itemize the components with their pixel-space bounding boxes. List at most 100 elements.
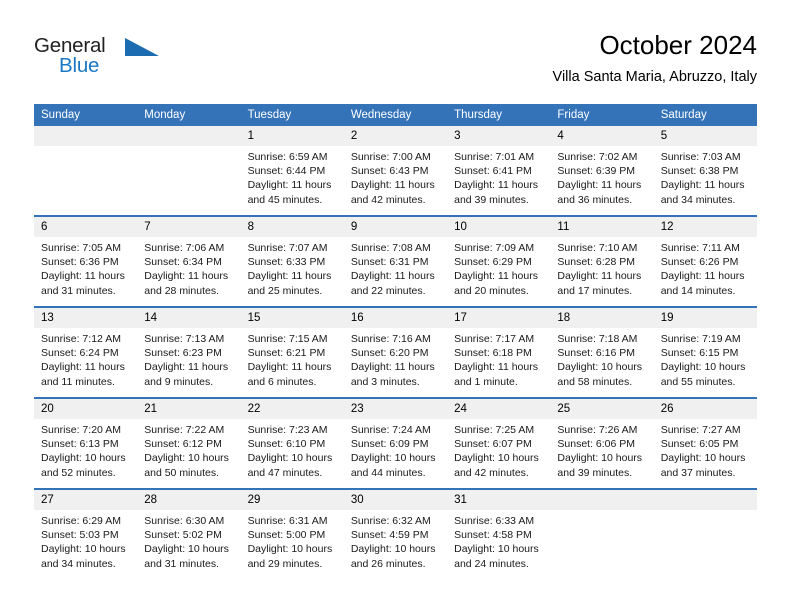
daylight-text-line1: Daylight: 10 hours — [144, 543, 229, 556]
daylight-text-line1: Daylight: 11 hours — [454, 179, 538, 192]
sunrise-text: Sunrise: 7:08 AM — [350, 242, 431, 254]
day-number — [34, 126, 138, 146]
calendar-day-cell[interactable]: 11 Sunrise: 7:10 AM Sunset: 6:28 PM Dayligh… — [550, 215, 654, 307]
calendar-day-cell[interactable]: 29 Sunrise: 6:31 AM Sunset: 5:00 PM Dayligh… — [240, 488, 344, 579]
day-details: Sunrise: 7:22 AM Sunset: 6:12 PM Daylight:… — [137, 419, 240, 480]
day-details: Sunrise: 7:17 AM Sunset: 6:18 PM Daylight:… — [447, 328, 550, 389]
sunrise-text: Sunrise: 7:07 AM — [247, 242, 328, 254]
weekday-header-saturday: Saturday — [653, 104, 757, 126]
calendar-week-row: 6 Sunrise: 7:05 AM Sunset: 6:36 PM Daylight… — [34, 215, 757, 307]
daylight-text-line1: Daylight: 11 hours — [660, 270, 745, 283]
calendar-day-cell[interactable]: 22 Sunrise: 7:23 AM Sunset: 6:10 PM Dayligh… — [240, 397, 344, 489]
calendar-day-cell[interactable]: 6 Sunrise: 7:05 AM Sunset: 6:36 PM Daylight… — [34, 215, 138, 307]
sunrise-text: Sunrise: 7:05 AM — [41, 242, 121, 254]
calendar-day-cell[interactable]: 31 Sunrise: 6:33 AM Sunset: 4:58 PM Dayligh… — [447, 488, 551, 579]
day-details: Sunrise: 7:25 AM Sunset: 6:07 PM Daylight:… — [447, 419, 550, 480]
sunset-text: Sunset: 6:05 PM — [660, 438, 739, 451]
daylight-text-line1: Daylight: 11 hours — [144, 361, 229, 374]
day-details: Sunrise: 6:31 AM Sunset: 5:00 PM Daylight:… — [241, 510, 344, 571]
calendar-day-cell[interactable]: 23 Sunrise: 7:24 AM Sunset: 6:09 PM Dayligh… — [343, 397, 448, 489]
calendar-day-cell[interactable]: 3 Sunrise: 7:01 AM Sunset: 6:41 PM Daylight… — [447, 126, 551, 216]
weekday-header-thursday: Thursday — [447, 104, 551, 126]
day-number: 4 — [550, 126, 654, 146]
sunrise-text: Sunrise: 6:29 AM — [41, 515, 121, 527]
daylight-text-line1: Daylight: 10 hours — [557, 452, 643, 465]
calendar-day-cell[interactable]: 12 Sunrise: 7:11 AM Sunset: 6:26 PM Dayligh… — [653, 215, 757, 307]
calendar-week-row: 1 Sunrise: 6:59 AM Sunset: 6:44 PM Daylight… — [34, 126, 757, 216]
day-number: 12 — [653, 217, 757, 237]
calendar-day-cell-empty — [653, 488, 757, 579]
weekday-header-monday: Monday — [137, 104, 241, 126]
daylight-text-line2: and 39 minutes. — [557, 466, 633, 479]
calendar-day-cell[interactable]: 16 Sunrise: 7:16 AM Sunset: 6:20 PM Dayligh… — [343, 306, 448, 398]
page-title: October 2024 — [599, 30, 757, 60]
calendar-day-cell[interactable]: 27 Sunrise: 6:29 AM Sunset: 5:03 PM Dayligh… — [34, 488, 138, 579]
daylight-text-line1: Daylight: 10 hours — [557, 361, 643, 374]
calendar-day-cell[interactable]: 5 Sunrise: 7:03 AM Sunset: 6:38 PM Daylight… — [653, 126, 757, 216]
calendar-day-cell[interactable]: 25 Sunrise: 7:26 AM Sunset: 6:06 PM Dayligh… — [550, 397, 654, 489]
calendar-day-cell[interactable]: 10 Sunrise: 7:09 AM Sunset: 6:29 PM Dayligh… — [447, 215, 551, 307]
calendar-day-cell[interactable]: 17 Sunrise: 7:17 AM Sunset: 6:18 PM Dayligh… — [447, 306, 551, 398]
sunrise-text: Sunrise: 6:31 AM — [247, 515, 328, 527]
daylight-text-line2: and 50 minutes. — [144, 466, 219, 479]
calendar-day-cell[interactable]: 28 Sunrise: 6:30 AM Sunset: 5:02 PM Dayligh… — [137, 488, 241, 579]
day-number — [653, 490, 757, 510]
daylight-text-line2: and 22 minutes. — [350, 284, 426, 297]
sunset-text: Sunset: 6:06 PM — [557, 438, 636, 451]
daylight-text-line2: and 37 minutes. — [660, 466, 736, 479]
logo-triangle-icon — [125, 38, 159, 56]
calendar-day-cell[interactable]: 9 Sunrise: 7:08 AM Sunset: 6:31 PM Daylight… — [343, 215, 448, 307]
calendar-day-cell[interactable]: 15 Sunrise: 7:15 AM Sunset: 6:21 PM Dayligh… — [240, 306, 344, 398]
daylight-text-line1: Daylight: 10 hours — [660, 452, 746, 465]
daylight-text-line1: Daylight: 11 hours — [557, 270, 642, 283]
sunrise-text: Sunrise: 7:17 AM — [454, 333, 535, 345]
day-number: 30 — [343, 490, 448, 510]
day-number: 24 — [447, 399, 551, 419]
calendar-day-cell[interactable]: 4 Sunrise: 7:02 AM Sunset: 6:39 PM Daylight… — [550, 126, 654, 216]
daylight-text-line1: Daylight: 10 hours — [454, 543, 539, 556]
sunset-text: Sunset: 6:15 PM — [660, 347, 739, 360]
daylight-text-line2: and 3 minutes. — [350, 375, 420, 388]
calendar-week-row: 27 Sunrise: 6:29 AM Sunset: 5:03 PM Dayligh… — [34, 488, 757, 579]
sunset-text: Sunset: 6:26 PM — [660, 256, 739, 269]
sunrise-text: Sunrise: 7:24 AM — [350, 424, 431, 436]
calendar-day-cell[interactable]: 13 Sunrise: 7:12 AM Sunset: 6:24 PM Dayligh… — [34, 306, 138, 398]
calendar-day-cell[interactable]: 18 Sunrise: 7:18 AM Sunset: 6:16 PM Dayligh… — [550, 306, 654, 398]
day-details: Sunrise: 7:09 AM Sunset: 6:29 PM Daylight:… — [447, 237, 550, 298]
calendar-day-cell[interactable]: 19 Sunrise: 7:19 AM Sunset: 6:15 PM Dayligh… — [653, 306, 757, 398]
daylight-text-line2: and 25 minutes. — [247, 284, 323, 297]
sunset-text: Sunset: 6:20 PM — [350, 347, 429, 360]
calendar-day-cell[interactable]: 8 Sunrise: 7:07 AM Sunset: 6:33 PM Daylight… — [240, 215, 344, 307]
daylight-text-line1: Daylight: 11 hours — [454, 361, 538, 374]
calendar-day-cell[interactable]: 24 Sunrise: 7:25 AM Sunset: 6:07 PM Dayligh… — [447, 397, 551, 489]
day-number: 11 — [550, 217, 654, 237]
daylight-text-line2: and 36 minutes. — [557, 193, 633, 206]
weekday-header-sunday: Sunday — [34, 104, 138, 126]
day-details: Sunrise: 7:27 AM Sunset: 6:05 PM Daylight:… — [654, 419, 757, 480]
weekday-header-tuesday: Tuesday — [240, 104, 344, 126]
calendar-day-cell[interactable]: 26 Sunrise: 7:27 AM Sunset: 6:05 PM Dayligh… — [653, 397, 757, 489]
day-number: 31 — [447, 490, 551, 510]
calendar-day-cell[interactable]: 21 Sunrise: 7:22 AM Sunset: 6:12 PM Dayligh… — [137, 397, 241, 489]
sunset-text: Sunset: 6:16 PM — [557, 347, 636, 360]
daylight-text-line2: and 52 minutes. — [41, 466, 116, 479]
calendar-day-cell[interactable]: 20 Sunrise: 7:20 AM Sunset: 6:13 PM Dayligh… — [34, 397, 138, 489]
day-number: 22 — [240, 399, 344, 419]
calendar-day-cell[interactable]: 7 Sunrise: 7:06 AM Sunset: 6:34 PM Daylight… — [137, 215, 241, 307]
sunset-text: Sunset: 6:28 PM — [557, 256, 636, 269]
day-details: Sunrise: 6:59 AM Sunset: 6:44 PM Daylight:… — [241, 146, 344, 207]
calendar-day-cell[interactable]: 1 Sunrise: 6:59 AM Sunset: 6:44 PM Daylight… — [240, 126, 344, 216]
daylight-text-line1: Daylight: 11 hours — [350, 361, 435, 374]
day-details: Sunrise: 7:24 AM Sunset: 6:09 PM Daylight:… — [344, 419, 447, 480]
sunset-text: Sunset: 4:58 PM — [454, 529, 532, 542]
sunset-text: Sunset: 6:24 PM — [41, 347, 119, 360]
sunset-text: Sunset: 6:38 PM — [660, 165, 739, 178]
sunset-text: Sunset: 4:59 PM — [350, 529, 429, 542]
calendar-day-cell[interactable]: 14 Sunrise: 7:13 AM Sunset: 6:23 PM Dayligh… — [137, 306, 241, 398]
daylight-text-line2: and 29 minutes. — [247, 557, 323, 570]
calendar-day-cell[interactable]: 30 Sunrise: 6:32 AM Sunset: 4:59 PM Dayligh… — [343, 488, 448, 579]
calendar-day-cell[interactable]: 2 Sunrise: 7:00 AM Sunset: 6:43 PM Daylight… — [343, 126, 448, 216]
calendar-body: 1 Sunrise: 6:59 AM Sunset: 6:44 PM Daylight… — [34, 126, 757, 579]
generalblue-logo: General Blue — [34, 34, 184, 86]
calendar-week-row: 20 Sunrise: 7:20 AM Sunset: 6:13 PM Dayligh… — [34, 397, 757, 489]
